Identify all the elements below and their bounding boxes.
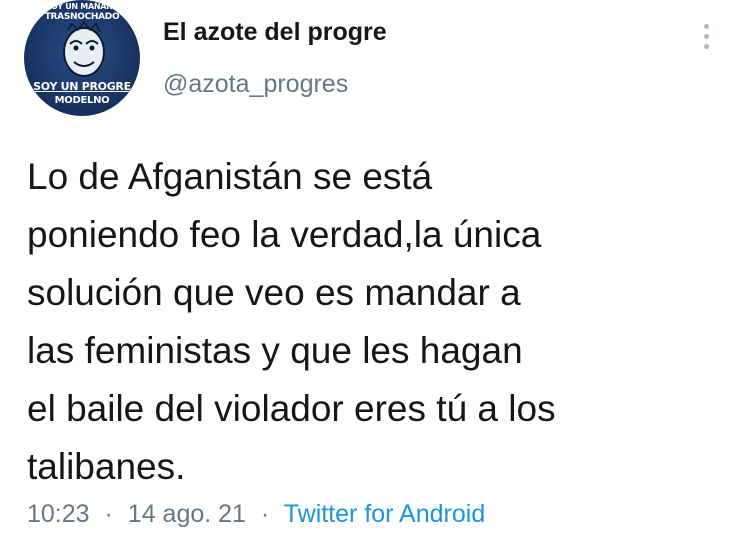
tweet-time[interactable]: 10:23 <box>27 500 90 528</box>
avatar-text-subtitle: TRASNOCHADO <box>44 12 120 22</box>
tweet-text-line: el baile del violador eres tú a los <box>27 388 556 429</box>
tweet-text-line: las feministas y que les hagan <box>27 330 523 371</box>
tweet-source-link[interactable]: Twitter for Android <box>284 500 485 528</box>
tweet-text-line: Lo de Afganistán se está <box>27 156 433 197</box>
user-handle[interactable]: @azota_progres <box>163 70 348 99</box>
tweet-meta: 10:23 · 14 ago. 21 · Twitter for Android <box>27 500 485 529</box>
tweet-text: Lo de Afganistán se está poniendo feo la… <box>27 148 727 496</box>
meta-separator: · <box>104 500 113 528</box>
avatar-text-top: SOY UN MAÑANA <box>45 2 119 11</box>
tweet-text-line: solución que veo es mandar a <box>27 272 521 313</box>
meta-separator: · <box>260 500 270 528</box>
avatar-text-main: SOY UN PROGRE <box>33 80 131 93</box>
tweet-card: SOY UN MAÑANA TRASNOCHADO SOY UN PROGRE … <box>0 0 750 542</box>
tweet-text-line: talibanes. <box>27 446 186 487</box>
display-name[interactable]: El azote del progre <box>163 18 387 47</box>
more-options-icon[interactable] <box>700 22 714 52</box>
tweet-text-line: poniendo feo la verdad,la única <box>27 214 542 255</box>
avatar-text-bottom: MODELNO <box>54 95 110 106</box>
tweet-date[interactable]: 14 ago. 21 <box>128 500 246 528</box>
avatar[interactable]: SOY UN MAÑANA TRASNOCHADO SOY UN PROGRE … <box>24 0 140 116</box>
